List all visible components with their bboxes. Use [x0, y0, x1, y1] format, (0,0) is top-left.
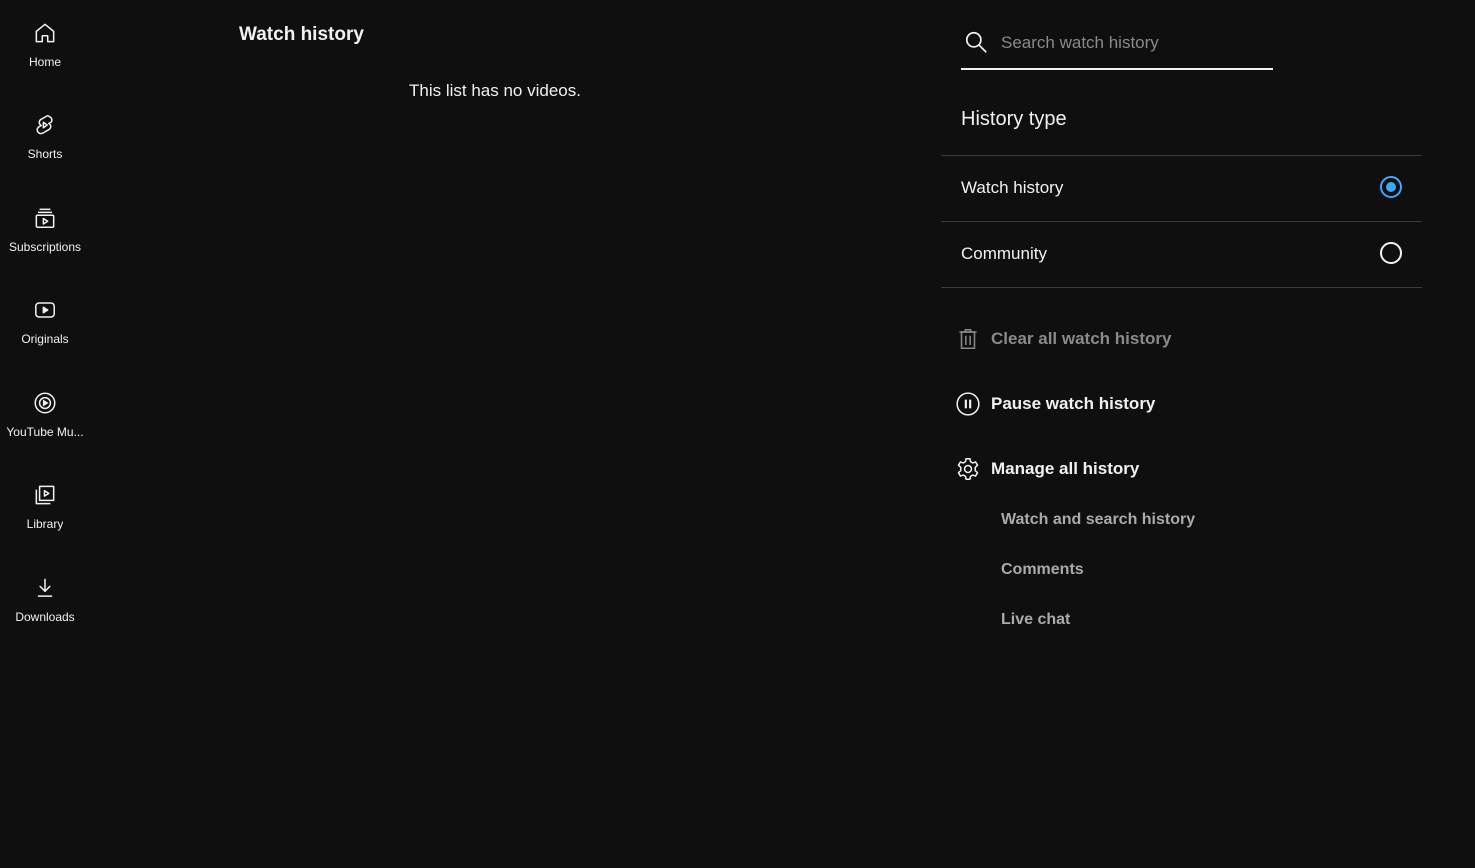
link-watch-and-search-history[interactable]: Watch and search history [1001, 511, 1195, 529]
search-icon[interactable] [963, 29, 989, 55]
originals-icon [32, 297, 58, 323]
sidebar: Home Shorts Subscriptions Originals YouT… [0, 0, 90, 868]
page-title: Watch history [239, 24, 364, 45]
trash-icon [955, 326, 981, 352]
library-icon [32, 482, 58, 508]
sidebar-item-label: Subscriptions [8, 240, 82, 254]
history-type-option-watch-history[interactable]: Watch history [941, 156, 1422, 221]
history-type-heading: History type [961, 108, 1067, 130]
sidebar-item-downloads[interactable]: Downloads [0, 569, 90, 649]
sidebar-item-home[interactable]: Home [0, 14, 90, 94]
sidebar-item-label: Home [28, 55, 61, 69]
sidebar-item-label: Library [26, 517, 64, 531]
radio-button[interactable] [1380, 242, 1402, 264]
app-root: Home Shorts Subscriptions Originals YouT… [0, 0, 1475, 868]
search-input[interactable] [999, 28, 1273, 58]
search-box [961, 22, 1273, 70]
sidebar-item-subscriptions[interactable]: Subscriptions [0, 199, 90, 279]
action-label: Pause watch history [991, 394, 1156, 413]
shorts-icon [32, 112, 58, 138]
history-type-option-community[interactable]: Community [941, 222, 1422, 287]
sidebar-item-label: YouTube Mu... [6, 425, 84, 439]
option-label: Community [961, 244, 1047, 263]
sidebar-item-shorts[interactable]: Shorts [0, 106, 90, 186]
sidebar-item-youtube-music[interactable]: YouTube Mu... [0, 384, 90, 464]
youtube-music-icon [32, 390, 58, 416]
radio-button-selected[interactable] [1380, 176, 1402, 198]
manage-all-history-button[interactable]: Manage all history [955, 454, 1139, 484]
pause-circle-icon [955, 391, 981, 417]
divider [941, 287, 1422, 288]
download-icon [32, 575, 58, 601]
sidebar-item-label: Shorts [27, 147, 63, 161]
gear-icon [955, 456, 981, 482]
link-live-chat[interactable]: Live chat [1001, 611, 1070, 629]
sidebar-item-label: Originals [21, 332, 69, 346]
sidebar-item-label: Downloads [15, 610, 75, 624]
clear-all-watch-history-button[interactable]: Clear all watch history [955, 324, 1171, 354]
subscriptions-icon [32, 205, 58, 231]
empty-list-message: This list has no videos. [409, 81, 581, 100]
link-comments[interactable]: Comments [1001, 561, 1084, 579]
action-label: Clear all watch history [991, 329, 1172, 348]
home-icon [32, 20, 58, 46]
sidebar-item-library[interactable]: Library [0, 476, 90, 556]
option-label: Watch history [961, 178, 1064, 197]
sidebar-item-originals[interactable]: Originals [0, 291, 90, 371]
pause-watch-history-button[interactable]: Pause watch history [955, 389, 1155, 419]
action-label: Manage all history [991, 459, 1140, 478]
